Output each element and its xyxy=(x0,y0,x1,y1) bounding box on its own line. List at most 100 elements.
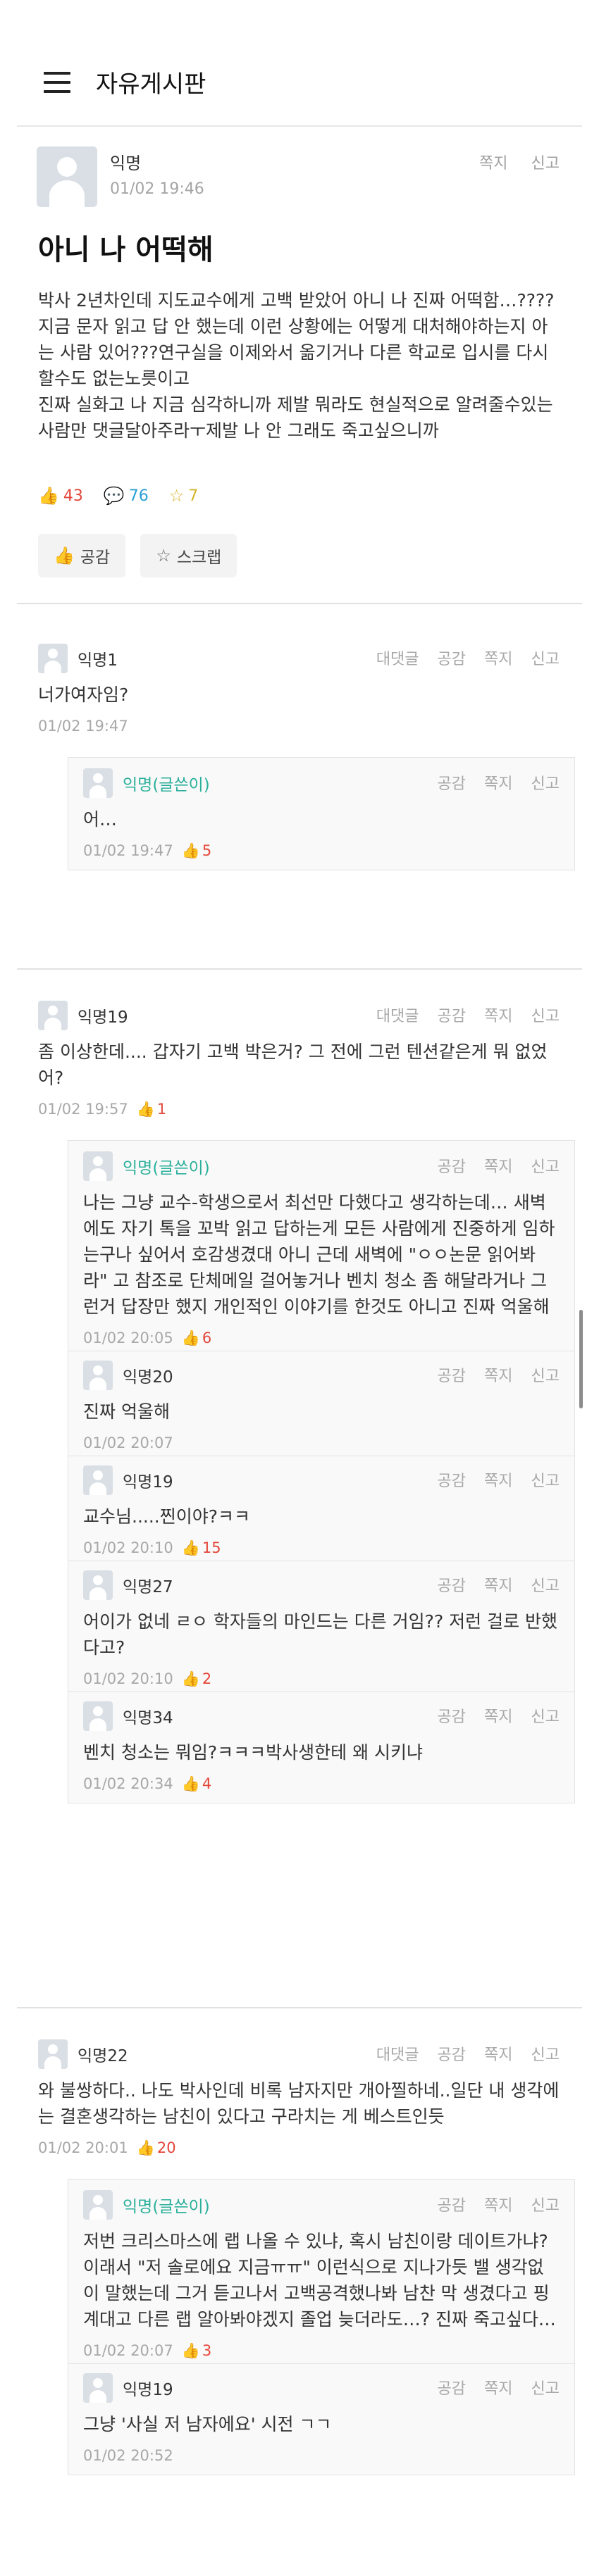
hamburger-menu-icon[interactable] xyxy=(44,72,70,93)
comment-report-link[interactable]: 신고 xyxy=(531,775,560,793)
comment-like-link[interactable]: 공감 xyxy=(438,2046,466,2064)
comment-action-links: 공감 쪽지 신고 xyxy=(419,1363,560,1386)
comment-report-link[interactable]: 신고 xyxy=(531,1158,560,1176)
comment-report-link[interactable]: 신고 xyxy=(531,2046,560,2064)
thumbs-up-icon: 👍 xyxy=(38,486,59,506)
comment-text-line: 진짜 억울해 xyxy=(83,1401,170,1422)
comment-action-links: 공감 쪽지 신고 xyxy=(419,2193,560,2215)
comment-like-link[interactable]: 공감 xyxy=(438,2197,466,2215)
app-header: 자유게시판 xyxy=(0,0,599,127)
comment-meta: 01/02 20:10 👍 2 xyxy=(83,1670,211,1688)
comment-like-count: 👍 15 xyxy=(182,1539,221,1556)
reply-author: 익명(글쓴이) xyxy=(123,776,210,794)
comment-like-value: 15 xyxy=(202,1539,221,1556)
comment-text-line: 이래서 "저 솔로에요 지금ㅠㅠ" 이런식으로 지나가듯 밸 생각없 xyxy=(83,2257,544,2277)
comment-like-value: 20 xyxy=(156,2139,176,2156)
post-report-link[interactable]: 신고 xyxy=(531,155,560,173)
comment-like-link[interactable]: 공감 xyxy=(438,1708,466,1726)
comment-like-link[interactable]: 공감 xyxy=(438,1158,466,1176)
thumbs-up-icon: 👍 xyxy=(181,1670,200,1687)
thumbs-up-icon: 👍 xyxy=(136,1101,155,1118)
comment-like-value: 3 xyxy=(202,2342,212,2359)
comment-like-link[interactable]: 공감 xyxy=(438,1368,466,1385)
comment-action-links: 대댓글 공감 쪽지 신고 xyxy=(358,2042,560,2065)
scrap-count-value: 7 xyxy=(188,487,199,505)
comment-report-link[interactable]: 신고 xyxy=(531,1577,560,1595)
comment-timestamp: 01/02 19:47 xyxy=(83,842,173,859)
post-timestamp: 01/02 19:46 xyxy=(110,180,204,198)
comment-message-link[interactable]: 쪽지 xyxy=(484,775,512,793)
comment-like-link[interactable]: 공감 xyxy=(438,775,466,793)
comment-like-value: 4 xyxy=(202,1775,212,1792)
comment-text-line: 어… xyxy=(83,809,118,830)
comment-text-line: 에도 자기 톡을 꼬박 읽고 답하는게 모든 사람에게 진중하게 임하 xyxy=(83,1218,555,1239)
comment-message-link[interactable]: 쪽지 xyxy=(484,1708,512,1726)
comment-report-link[interactable]: 신고 xyxy=(531,1008,560,1025)
comment-message-link[interactable]: 쪽지 xyxy=(484,1473,512,1490)
comment-message-link[interactable]: 쪽지 xyxy=(484,651,512,668)
comment-message-link[interactable]: 쪽지 xyxy=(484,1158,512,1176)
like-button[interactable]: 👍 공감 xyxy=(38,534,126,577)
post-stats: 👍 43 💬 76 ☆ 7 xyxy=(38,486,214,506)
reply-author: 익명34 xyxy=(123,1709,173,1727)
comment-like-link[interactable]: 공감 xyxy=(438,651,466,668)
comment-reply-link[interactable]: 대댓글 xyxy=(376,1008,419,1025)
scrap-button-label: 스크랩 xyxy=(176,549,222,567)
comment-like-link[interactable]: 공감 xyxy=(438,1473,466,1490)
comment-message-link[interactable]: 쪽지 xyxy=(484,1368,512,1385)
post-message-link[interactable]: 쪽지 xyxy=(479,155,507,173)
comment-report-link[interactable]: 신고 xyxy=(531,2197,560,2215)
comment-report-link[interactable]: 신고 xyxy=(531,1473,560,1490)
header-divider xyxy=(17,125,582,127)
reply-author: 익명(글쓴이) xyxy=(123,1159,210,1177)
comment-text-line: 이 말했는데 그거 듣고나서 고백공격했나봐 남찬 막 생겼다고 핑 xyxy=(83,2283,550,2303)
reply-author: 익명19 xyxy=(123,2381,173,2399)
like-button-label: 공감 xyxy=(80,549,111,567)
comment-author: 익명1 xyxy=(78,651,118,670)
comment-like-count: 👍 3 xyxy=(182,2342,212,2359)
comment-reply-link[interactable]: 대댓글 xyxy=(376,2046,419,2064)
comment-like-link[interactable]: 공감 xyxy=(438,1008,466,1025)
thumbs-up-icon: 👍 xyxy=(181,1775,200,1792)
comment-report-link[interactable]: 신고 xyxy=(531,1708,560,1726)
comment-report-link[interactable]: 신고 xyxy=(531,2380,560,2398)
thumbs-up-icon: 👍 xyxy=(181,842,200,859)
comment-reply-link[interactable]: 대댓글 xyxy=(376,651,419,668)
commenter-avatar xyxy=(38,1001,68,1030)
comment-like-value: 5 xyxy=(202,842,212,859)
comment-message-link[interactable]: 쪽지 xyxy=(484,2197,512,2215)
comment-meta: 01/02 20:34 👍 4 xyxy=(83,1775,211,1793)
comment-text-line: 나는 그냥 교수-학생으로서 최선만 다했다고 생각하는데… 새벽 xyxy=(83,1192,546,1213)
comment-message-link[interactable]: 쪽지 xyxy=(484,1008,512,1025)
comment-like-link[interactable]: 공감 xyxy=(438,2380,466,2398)
post-body-line: 지금 문자 읽고 답 안 했는데 이런 상황에는 어떻게 대처해야하는지 아 xyxy=(38,316,548,337)
comment-message-link[interactable]: 쪽지 xyxy=(484,2380,512,2398)
comment-like-count: 👍 20 xyxy=(137,2139,176,2156)
commenter-avatar xyxy=(38,2039,68,2069)
scrap-button[interactable]: ☆ 스크랩 xyxy=(140,534,237,577)
comment-text-line: 너가여자임? xyxy=(38,684,129,705)
commenter-avatar xyxy=(83,1570,113,1600)
like-count: 👍 43 xyxy=(38,486,83,506)
scrollbar[interactable] xyxy=(579,1310,583,1408)
comment-message-link[interactable]: 쪽지 xyxy=(484,2046,512,2064)
comment-report-link[interactable]: 신고 xyxy=(531,651,560,668)
comment-like-count: 👍 4 xyxy=(182,1775,212,1792)
reply-author: 익명(글쓴이) xyxy=(123,2198,210,2216)
comment-message-link[interactable]: 쪽지 xyxy=(484,1577,512,1595)
reply-divider xyxy=(68,2363,575,2364)
comment-report-link[interactable]: 신고 xyxy=(531,1368,560,1385)
post-action-links: 쪽지 신고 xyxy=(461,151,560,173)
post-buttons: 👍 공감 ☆ 스크랩 xyxy=(38,534,248,577)
comment-action-links: 공감 쪽지 신고 xyxy=(419,771,560,794)
post-author-avatar xyxy=(37,146,97,207)
comment-author: 익명19 xyxy=(78,1008,128,1027)
comment-meta: 01/02 20:05 👍 6 xyxy=(83,1330,211,1347)
post-body-line: 사람만 댓글달아주라ㅜ제발 나 안 그래도 죽고싶으니까 xyxy=(38,420,439,441)
comment-count: 💬 76 xyxy=(104,486,149,506)
comment-action-links: 공감 쪽지 신고 xyxy=(419,1468,560,1491)
speech-bubble-icon: 💬 xyxy=(103,486,125,506)
comment-text-line: 어? xyxy=(38,1068,64,1088)
comment-text-line: 는 결혼생각하는 남친이 있다고 구라치는 게 베스트인듯 xyxy=(38,2106,445,2127)
comment-like-link[interactable]: 공감 xyxy=(438,1577,466,1595)
